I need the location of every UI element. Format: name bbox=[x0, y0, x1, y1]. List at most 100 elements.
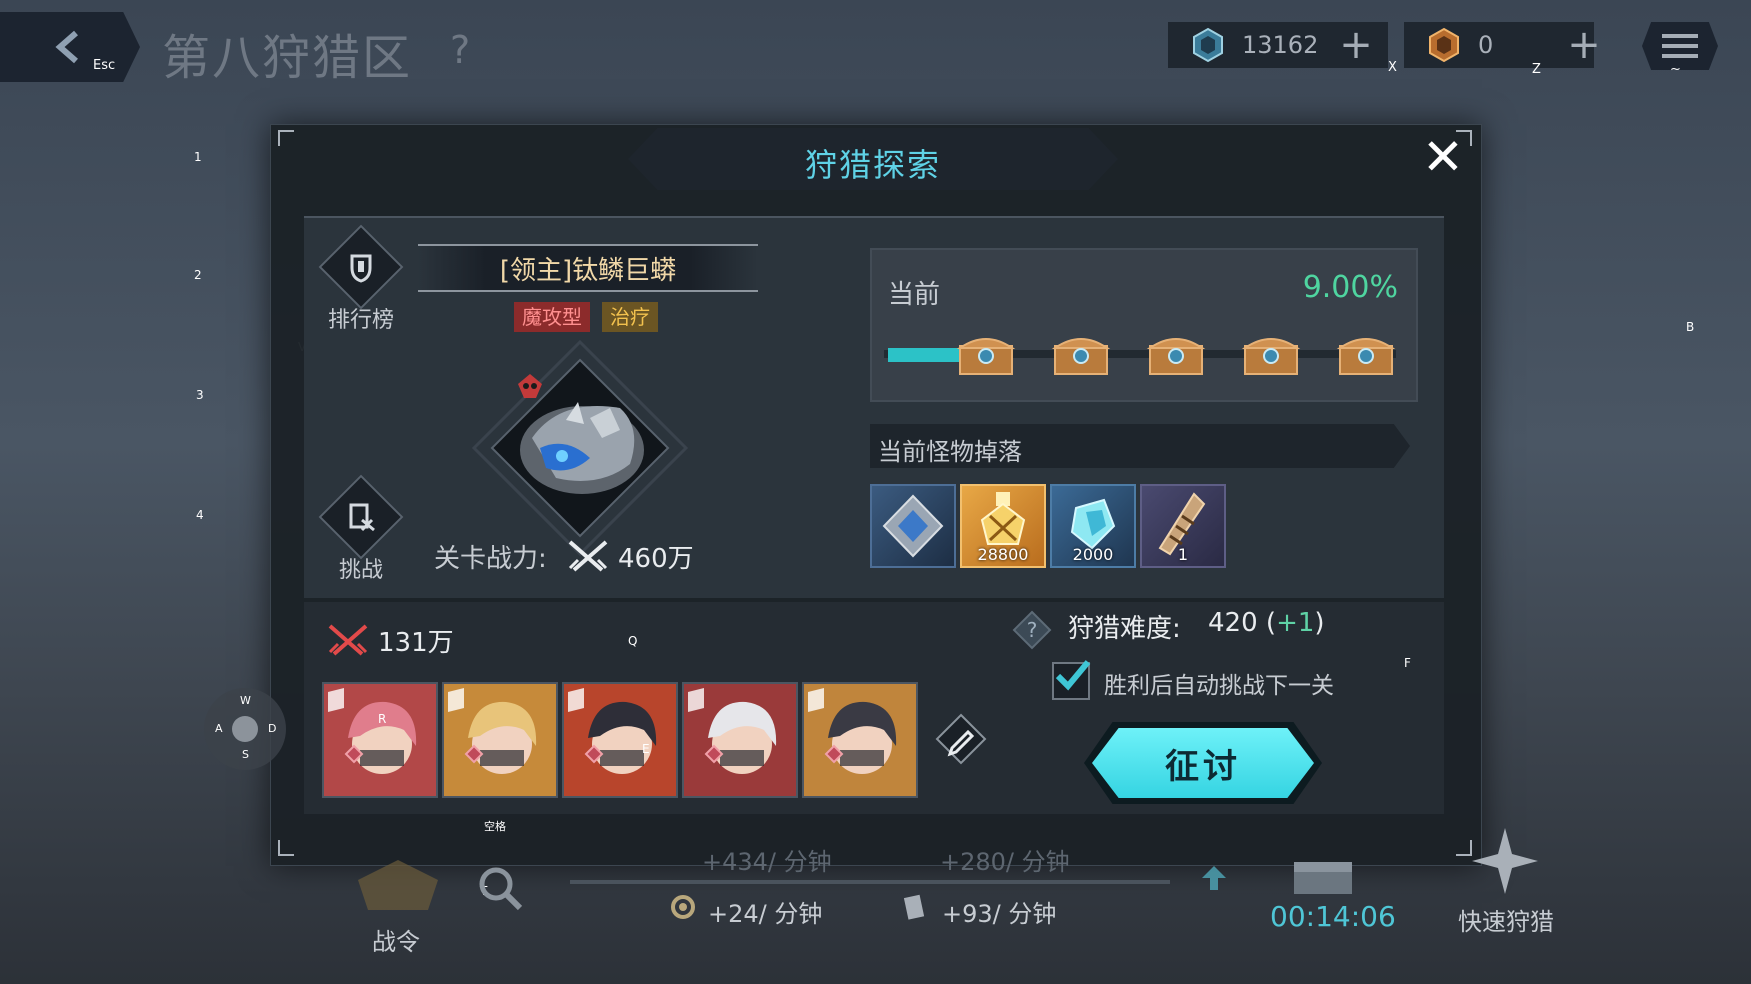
difficulty-close: ) bbox=[1314, 608, 1325, 638]
faded-rate-1: +434/ 分钟 bbox=[702, 848, 832, 876]
crossed-swords-icon bbox=[568, 540, 608, 572]
hero-white-hair-mask[interactable] bbox=[682, 682, 798, 798]
drop-item-drill-bit[interactable]: 1 bbox=[1140, 484, 1226, 568]
slot-1-hint: 1 bbox=[194, 150, 202, 164]
x-hint: X bbox=[1388, 60, 1397, 75]
difficulty-increment: +1 bbox=[1276, 608, 1315, 638]
e-hint: E bbox=[642, 742, 650, 756]
war-order-emblem-icon[interactable] bbox=[348, 858, 448, 918]
progress-percent: 9.00% bbox=[1302, 270, 1398, 305]
hero-portrait bbox=[564, 684, 676, 796]
slot-2-hint: 2 bbox=[194, 268, 202, 282]
checkmark-icon bbox=[1055, 660, 1091, 691]
q-hint: Q bbox=[628, 634, 638, 648]
w-hint: W bbox=[240, 694, 251, 707]
boss-name: [领主]钛鳞巨蟒 bbox=[499, 256, 677, 286]
trophy-shield-icon bbox=[350, 254, 372, 283]
add-gem-button[interactable]: + bbox=[1334, 24, 1378, 68]
crystal-shard-icon bbox=[882, 494, 944, 558]
zone-title: 第八狩猎区 bbox=[162, 30, 413, 86]
auto-challenge-checkbox[interactable] bbox=[1052, 660, 1091, 700]
esc-hint: Esc bbox=[93, 58, 116, 73]
leaderboard-icon-frame bbox=[318, 224, 404, 310]
tag-magic-attack: 魔攻型 bbox=[514, 302, 590, 332]
s-hint: S bbox=[242, 748, 249, 761]
team-power-value: 131万 bbox=[378, 628, 454, 658]
hero-dark-hair-helmet[interactable] bbox=[802, 682, 918, 798]
skull-emblem-icon bbox=[518, 374, 542, 398]
difficulty-open: ( bbox=[1257, 608, 1277, 638]
difficulty-help-button[interactable]: ? bbox=[1012, 610, 1052, 650]
challenge-icon-frame bbox=[318, 474, 404, 560]
reward-chest-icon[interactable] bbox=[1241, 330, 1301, 378]
reward-chest-icon[interactable] bbox=[1051, 330, 1111, 378]
add-orange-button[interactable]: + bbox=[1562, 24, 1606, 68]
difficulty-label: 狩猎难度: bbox=[1068, 614, 1181, 644]
f-hint: F bbox=[1404, 656, 1411, 670]
back-button[interactable] bbox=[0, 12, 140, 82]
boss-portrait[interactable] bbox=[470, 338, 690, 558]
close-button[interactable]: ✕ bbox=[1418, 132, 1468, 183]
drop-item-crystal-shard[interactable] bbox=[870, 484, 956, 568]
hunt-timer: 00:14:06 bbox=[1270, 900, 1396, 933]
search-icon[interactable] bbox=[470, 858, 530, 918]
hero-portrait bbox=[444, 684, 556, 796]
rate-gear: +24/ 分钟 bbox=[708, 900, 823, 928]
drop-item-gold-medal[interactable]: 28800 bbox=[960, 484, 1046, 568]
a-hint: A bbox=[215, 722, 223, 735]
reward-chest-icon[interactable] bbox=[956, 330, 1016, 378]
hero-goggles[interactable] bbox=[562, 682, 678, 798]
space-hint: 空格 bbox=[484, 820, 506, 833]
challenge-button[interactable]: 挑战 bbox=[318, 474, 406, 584]
corner-bl bbox=[278, 840, 294, 856]
joystick-knob[interactable] bbox=[232, 716, 258, 742]
rate-card: +93/ 分钟 bbox=[942, 900, 1057, 928]
r-hint: R bbox=[378, 712, 387, 726]
chest-hud-icon[interactable] bbox=[1290, 858, 1356, 898]
slot-3-hint: 3 bbox=[196, 388, 204, 402]
arrow-up-icon[interactable] bbox=[1198, 862, 1230, 894]
progress-label: 当前 bbox=[888, 280, 941, 310]
reward-chest-icon[interactable] bbox=[1146, 330, 1206, 378]
quick-hunt-icon[interactable] bbox=[1470, 826, 1540, 896]
reward-chest-icon[interactable] bbox=[1336, 330, 1396, 378]
hero-pink-hair[interactable] bbox=[322, 682, 438, 798]
faded-rate-2: +280/ 分钟 bbox=[940, 848, 1070, 876]
drop-count: 2000 bbox=[1072, 545, 1114, 564]
tag-heal: 治疗 bbox=[602, 302, 658, 332]
war-order-label[interactable]: 战令 bbox=[372, 922, 420, 957]
stage-power-label: 关卡战力: bbox=[434, 544, 547, 574]
drop-item-blue-crystal[interactable]: 2000 bbox=[1050, 484, 1136, 568]
question-icon: ? bbox=[1027, 618, 1038, 642]
difficulty-value: 420 bbox=[1208, 608, 1258, 638]
team-power-swords-icon bbox=[328, 624, 368, 656]
document-sword-icon bbox=[349, 503, 375, 532]
drops-label: 当前怪物掉落 bbox=[878, 438, 1022, 466]
d-hint: D bbox=[268, 722, 277, 735]
hamburger-menu-icon bbox=[1662, 34, 1698, 58]
currency-gem-value: 13162 bbox=[1242, 31, 1319, 59]
corner-tl bbox=[278, 130, 294, 146]
gem-hex-icon bbox=[1193, 27, 1223, 63]
hero-blonde-eyepatch[interactable] bbox=[442, 682, 558, 798]
stage-power-value: 460万 bbox=[618, 544, 694, 574]
dialog-title: 狩猎探索 bbox=[804, 146, 941, 184]
difficulty-value-group: 420 (+1) bbox=[1208, 608, 1325, 638]
hero-portrait bbox=[804, 684, 916, 796]
currency-orange-value: 0 bbox=[1478, 31, 1494, 59]
card-resource-icon bbox=[903, 894, 925, 920]
quick-hunt-label[interactable]: 快速狩猎 bbox=[1458, 902, 1554, 937]
hero-portrait bbox=[684, 684, 796, 796]
z-hint: Z bbox=[1532, 62, 1541, 77]
orange-hex-icon bbox=[1429, 27, 1459, 63]
hero-portrait bbox=[324, 684, 436, 796]
drop-count: 1 bbox=[1177, 545, 1189, 564]
slot-4-hint: 4 bbox=[196, 508, 204, 522]
auto-challenge-label: 胜利后自动挑战下一关 bbox=[1104, 673, 1334, 699]
drop-count: 28800 bbox=[977, 545, 1029, 564]
leaderboard-button[interactable]: 排行榜 bbox=[318, 224, 406, 334]
edit-team-button[interactable] bbox=[934, 712, 988, 766]
gear-resource-icon bbox=[671, 895, 695, 919]
help-button[interactable]: ? bbox=[450, 28, 470, 72]
attack-button[interactable]: 征讨 bbox=[1092, 728, 1314, 798]
